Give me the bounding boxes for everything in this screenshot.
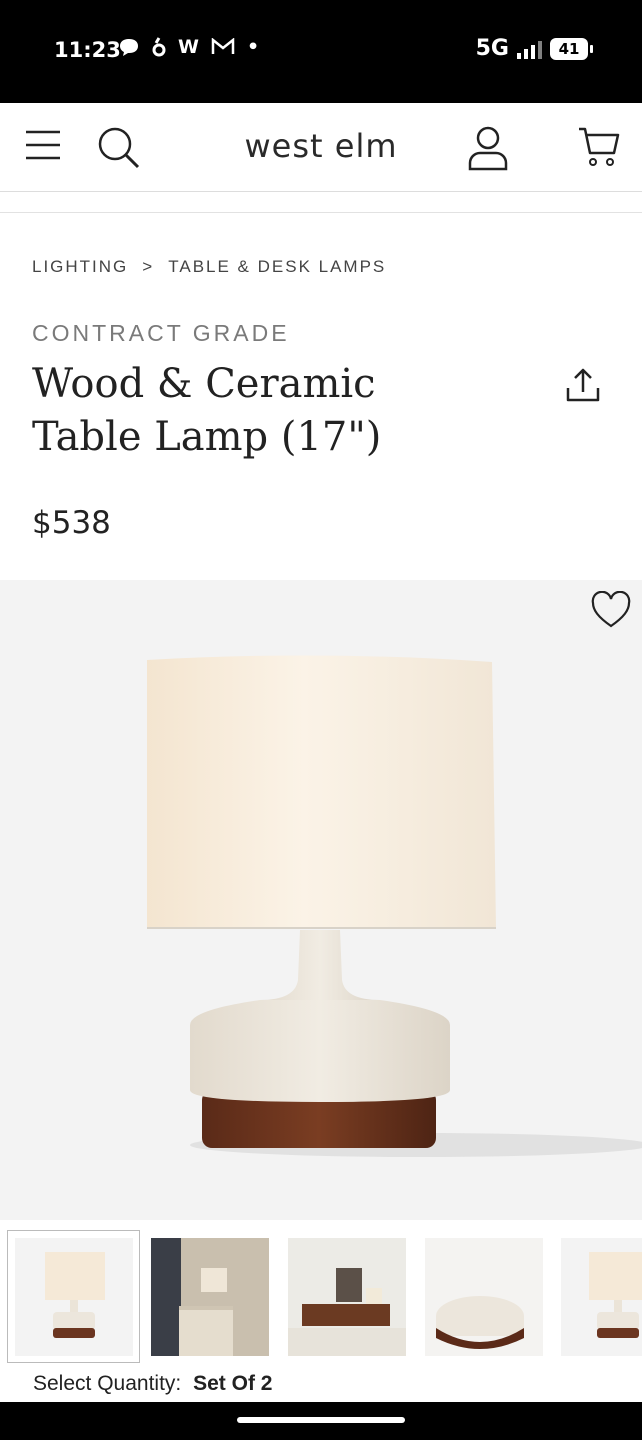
quantity-label: Select Quantity: [33,1372,182,1395]
divider [0,212,642,213]
status-time: 11:23 [54,38,121,62]
quantity-value: Set Of 2 [193,1372,273,1395]
breadcrumb-lighting[interactable]: LIGHTING [32,257,128,277]
lamp-illustration [147,655,642,1157]
share-icon[interactable] [562,366,604,406]
thumbnail-strip [0,1230,642,1366]
mail-icon [211,38,235,54]
message-icon [120,39,138,56]
account-icon[interactable] [466,125,510,173]
app-icon [152,37,166,57]
breadcrumb-separator: > [142,257,155,276]
w-icon: W [178,36,199,58]
thumbnail-5[interactable] [561,1238,642,1356]
product-image[interactable] [0,580,642,1220]
heart-icon[interactable] [590,591,632,629]
thumbnail-1[interactable] [15,1238,133,1356]
site-header: west elm [0,103,642,192]
quantity-selector[interactable]: Select Quantity: Set Of 2 [33,1372,272,1396]
breadcrumb: LIGHTING > TABLE & DESK LAMPS [32,257,386,277]
thumbnail-3[interactable] [288,1238,406,1356]
product-price: $538 [32,505,111,541]
thumbnail-2[interactable] [151,1238,269,1356]
cart-icon[interactable] [578,125,620,169]
thumbnail-4[interactable] [425,1238,543,1356]
product-eyebrow: CONTRACT GRADE [32,320,290,346]
status-right: 5G 41 [475,36,593,61]
brand-logo[interactable]: west elm [0,127,642,165]
status-bar: 11:23 W • 5G 41 [0,0,642,103]
network-label: 5G [475,36,509,61]
home-indicator[interactable] [237,1417,405,1423]
battery-icon: 41 [550,37,593,60]
notification-icons: W • [118,36,259,58]
product-title: Wood & Ceramic Table Lamp (17") [32,361,382,460]
signal-icon [517,39,542,59]
breadcrumb-table-desk-lamps[interactable]: TABLE & DESK LAMPS [168,257,386,277]
dot-icon: • [246,36,260,58]
